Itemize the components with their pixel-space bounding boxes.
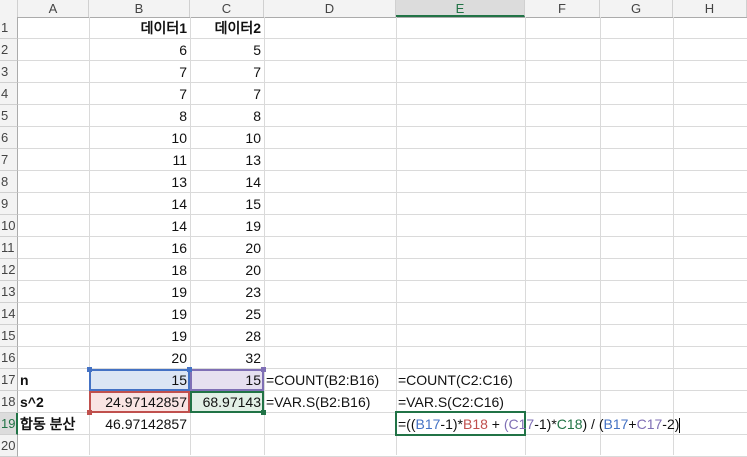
cell-e17[interactable]: =COUNT(C2:C16)	[396, 369, 525, 391]
row-header-7[interactable]: 7	[0, 149, 18, 171]
formula-part: +	[487, 416, 504, 432]
cell-data2[interactable]: 23	[190, 281, 264, 303]
row-header-10[interactable]: 10	[0, 215, 18, 237]
column-header-g[interactable]: G	[600, 0, 673, 17]
cell-data1[interactable]: 14	[89, 215, 190, 237]
ref-c18: C18	[556, 416, 583, 432]
cell-data2[interactable]: 13	[190, 149, 264, 171]
cell-data2[interactable]: 14	[190, 171, 264, 193]
cell-data2[interactable]: 19	[190, 215, 264, 237]
cell-d18[interactable]: =VAR.S(B2:B16)	[264, 391, 396, 413]
cell-data1[interactable]: 20	[89, 347, 190, 369]
cell-data1[interactable]: 14	[89, 193, 190, 215]
cell-b17[interactable]: 15	[89, 369, 190, 391]
column-header-b[interactable]: B	[89, 0, 190, 17]
header-data2[interactable]: 데이터2	[190, 17, 264, 39]
ref-b17: B17	[415, 416, 441, 432]
row-header-2[interactable]: 2	[0, 39, 18, 61]
row-header-11[interactable]: 11	[0, 237, 18, 259]
cell-data2[interactable]: 10	[190, 127, 264, 149]
cell-data1[interactable]: 11	[89, 149, 190, 171]
cell-data2[interactable]: 20	[190, 259, 264, 281]
cell-data2[interactable]: 28	[190, 325, 264, 347]
column-header-f[interactable]: F	[525, 0, 600, 17]
row-header-5[interactable]: 5	[0, 105, 18, 127]
cell-data1[interactable]: 18	[89, 259, 190, 281]
ref-b18: B18	[462, 416, 488, 432]
row-header-19[interactable]: 19	[0, 413, 18, 435]
column-header-h[interactable]: H	[673, 0, 747, 17]
formula-part: -1)*	[534, 416, 557, 432]
text-cursor	[679, 417, 681, 433]
cell-data2[interactable]: 32	[190, 347, 264, 369]
cell-data1[interactable]: 13	[89, 171, 190, 193]
row-header-6[interactable]: 6	[0, 127, 18, 149]
cell-data2[interactable]: 25	[190, 303, 264, 325]
cell-data1[interactable]: 19	[89, 325, 190, 347]
formula-part: ) / (	[582, 416, 604, 432]
row-header-12[interactable]: 12	[0, 259, 18, 281]
row-header-1[interactable]: 1	[0, 17, 18, 39]
row-header-9[interactable]: 9	[0, 193, 18, 215]
cell-data1[interactable]: 7	[89, 61, 190, 83]
cell-data1[interactable]: 19	[89, 281, 190, 303]
row-header-4[interactable]: 4	[0, 83, 18, 105]
row-header-20[interactable]: 20	[0, 435, 18, 457]
cell-data1[interactable]: 7	[89, 83, 190, 105]
formula-part: +	[628, 416, 637, 432]
cell-b19[interactable]: 46.97142857	[89, 413, 190, 435]
ref-c17-second: C17	[636, 416, 663, 432]
row-header-17[interactable]: 17	[0, 369, 18, 391]
formula-part: -2)	[662, 416, 680, 432]
cell-d17[interactable]: =COUNT(B2:B16)	[264, 369, 396, 391]
formula-edit-text[interactable]: =((B17-1)*B18 + (C17-1)*C18) / (B17+C17-…	[396, 413, 716, 435]
formula-part: =((	[398, 416, 416, 432]
cell-b18[interactable]: 24.97142857	[89, 391, 190, 413]
cell-data1[interactable]: 6	[89, 39, 190, 61]
row-header-16[interactable]: 16	[0, 347, 18, 369]
row-header-18[interactable]: 18	[0, 391, 18, 413]
cell-data1[interactable]: 10	[89, 127, 190, 149]
column-header-e[interactable]: E	[396, 0, 525, 17]
cell-e18[interactable]: =VAR.S(C2:C16)	[396, 391, 525, 413]
cell-data2[interactable]: 8	[190, 105, 264, 127]
cell-data2[interactable]: 20	[190, 237, 264, 259]
row-header-14[interactable]: 14	[0, 303, 18, 325]
header-data1[interactable]: 데이터1	[89, 17, 190, 39]
column-header-c[interactable]: C	[190, 0, 264, 17]
cell-data2[interactable]: 7	[190, 61, 264, 83]
cell-data1[interactable]: 19	[89, 303, 190, 325]
cell-data2[interactable]: 15	[190, 193, 264, 215]
row-header-3[interactable]: 3	[0, 61, 18, 83]
column-header-bar: A B C D E F G H	[0, 0, 747, 18]
ref-c17: (C17	[503, 416, 535, 432]
cell-c18[interactable]: 68.97143	[190, 391, 264, 413]
row-header-15[interactable]: 15	[0, 325, 18, 347]
cell-data2[interactable]: 7	[190, 83, 264, 105]
label-pooled-variance[interactable]: 합동 분산	[18, 413, 89, 435]
cell-data1[interactable]: 8	[89, 105, 190, 127]
formula-part: -1)*	[440, 416, 463, 432]
column-header-d[interactable]: D	[264, 0, 396, 17]
column-header-a[interactable]: A	[18, 0, 89, 17]
label-n[interactable]: n	[18, 369, 89, 391]
row-header-13[interactable]: 13	[0, 281, 18, 303]
select-all-corner[interactable]	[0, 0, 18, 17]
row-header-8[interactable]: 8	[0, 171, 18, 193]
label-variance[interactable]: s^2	[18, 391, 89, 413]
ref-b17-second: B17	[603, 416, 629, 432]
cell-data2[interactable]: 5	[190, 39, 264, 61]
cell-c17[interactable]: 15	[190, 369, 264, 391]
cell-data1[interactable]: 16	[89, 237, 190, 259]
